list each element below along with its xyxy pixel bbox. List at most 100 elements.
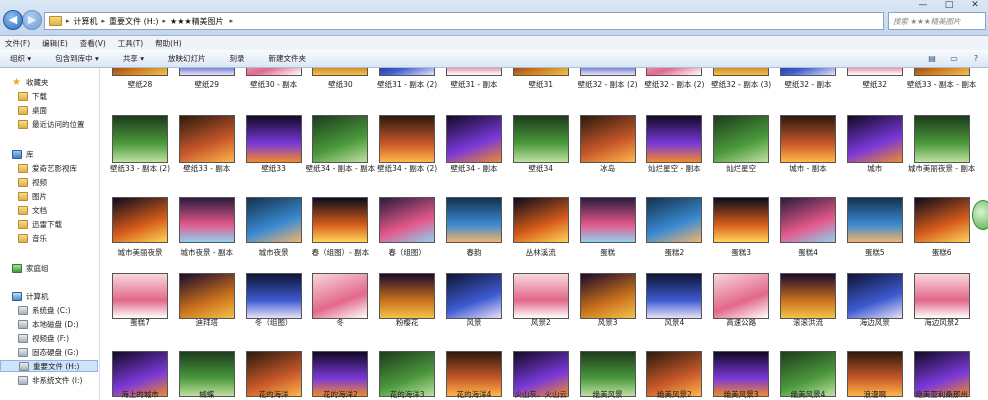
sidebar-lib-3[interactable]: 文档 bbox=[0, 204, 47, 216]
sidebar-fav-2[interactable]: 最近访问的位置 bbox=[0, 118, 85, 130]
file-thumbnail[interactable] bbox=[846, 273, 903, 319]
file-name[interactable]: 浪漫啊 bbox=[840, 390, 910, 399]
file-thumbnail[interactable] bbox=[579, 273, 636, 319]
sidebar-drive-4[interactable]: 重要文件 (H:) bbox=[0, 360, 98, 372]
sidebar-fav-1[interactable]: 桌面 bbox=[0, 104, 47, 116]
menu-item-3[interactable]: 工具(T) bbox=[118, 38, 143, 49]
file-name[interactable]: 花的海洋2 bbox=[305, 390, 375, 399]
file-name[interactable]: 灿烂星空 bbox=[706, 164, 776, 173]
sidebar-drive-3[interactable]: 固态硬盘 (G:) bbox=[0, 346, 79, 358]
file-name[interactable]: 粉樱花 bbox=[372, 318, 442, 327]
file-name[interactable]: 蛋糕2 bbox=[639, 248, 709, 257]
file-name[interactable]: 壁纸32 - 副本 (2) bbox=[573, 80, 643, 89]
file-name[interactable]: 壁纸30 - 副本 bbox=[239, 80, 309, 89]
file-thumbnail[interactable] bbox=[312, 273, 369, 319]
toolbar-button-1[interactable]: 包含到库中 ▾ bbox=[55, 53, 99, 64]
file-thumbnail[interactable] bbox=[446, 68, 502, 76]
file-thumbnail[interactable] bbox=[846, 197, 903, 243]
file-name[interactable]: 壁纸31 - 副本 (2) bbox=[372, 80, 442, 89]
file-name[interactable]: 海边风景 bbox=[840, 318, 910, 327]
file-name[interactable]: 壁纸32 - 副本 (2) bbox=[639, 80, 709, 89]
sidebar-fav-0[interactable]: 下载 bbox=[0, 90, 47, 102]
file-name[interactable]: 城市 bbox=[840, 164, 910, 173]
file-name[interactable]: 壁纸32 - 副本 (3) bbox=[706, 80, 776, 89]
file-name[interactable]: 迪拜塔 bbox=[172, 318, 242, 327]
file-name[interactable]: 城市夜景 bbox=[239, 248, 309, 257]
file-thumbnail[interactable] bbox=[245, 197, 302, 243]
file-name[interactable]: 冰岛 bbox=[573, 164, 643, 173]
file-thumbnail[interactable] bbox=[245, 115, 302, 163]
breadcrumb-folder[interactable]: ★★★精美图片 bbox=[170, 16, 224, 27]
address-bar[interactable]: ▸ 计算机 ▸ 重要文件 (H:) ▸ ★★★精美图片 ▸ bbox=[44, 12, 884, 30]
file-name[interactable]: 海上的城市 bbox=[105, 390, 175, 399]
file-thumbnail[interactable] bbox=[112, 115, 168, 163]
file-thumbnail[interactable] bbox=[780, 68, 836, 76]
file-name[interactable]: 火山灰、火山云 bbox=[506, 390, 576, 399]
file-thumbnail[interactable] bbox=[646, 115, 703, 163]
file-name[interactable]: 风景3 bbox=[573, 318, 643, 327]
file-name[interactable]: 壁纸33 bbox=[239, 164, 309, 173]
file-name[interactable]: 壁纸29 bbox=[172, 80, 242, 89]
file-name[interactable]: 蛋糕 bbox=[573, 248, 643, 257]
file-name[interactable]: 冬（组图） bbox=[239, 318, 309, 327]
file-thumbnail[interactable] bbox=[780, 273, 836, 319]
file-thumbnail[interactable] bbox=[379, 197, 436, 243]
toolbar-button-3[interactable]: 放映幻灯片 bbox=[168, 53, 206, 64]
file-thumbnail[interactable] bbox=[446, 115, 502, 163]
file-thumbnail[interactable] bbox=[446, 273, 502, 319]
menu-item-2[interactable]: 查看(V) bbox=[80, 38, 106, 49]
file-name[interactable]: 壁纸31 bbox=[506, 80, 576, 89]
menu-item-4[interactable]: 帮助(H) bbox=[155, 38, 182, 49]
file-name[interactable]: 冬 bbox=[305, 318, 375, 327]
file-name[interactable]: 春韵 bbox=[439, 248, 509, 257]
file-name[interactable]: 蛋糕4 bbox=[773, 248, 843, 257]
file-name[interactable]: 壁纸34 bbox=[506, 164, 576, 173]
file-thumbnail[interactable] bbox=[112, 68, 168, 76]
sidebar-favorites[interactable]: ★ 收藏夹 bbox=[0, 76, 49, 88]
preview-pane-icon[interactable]: ▭ bbox=[948, 53, 960, 64]
file-name[interactable]: 花的海洋4 bbox=[439, 390, 509, 399]
file-thumbnail[interactable] bbox=[579, 68, 636, 76]
file-name[interactable]: 滚滚洪流 bbox=[773, 318, 843, 327]
file-name[interactable]: 城市夜景 - 副本 bbox=[172, 248, 242, 257]
file-thumbnail[interactable] bbox=[512, 273, 569, 319]
file-name[interactable]: 绝美风景 bbox=[573, 390, 643, 399]
file-thumbnail[interactable] bbox=[379, 115, 436, 163]
file-thumbnail[interactable] bbox=[312, 197, 369, 243]
file-thumbnail[interactable] bbox=[780, 197, 836, 243]
file-thumbnail[interactable] bbox=[646, 273, 703, 319]
file-name[interactable]: 蛋糕5 bbox=[840, 248, 910, 257]
breadcrumb-computer[interactable]: 计算机 bbox=[74, 16, 98, 27]
file-name[interactable]: 春（组图） bbox=[372, 248, 442, 257]
file-name[interactable]: 城市美丽夜景 - 副本 bbox=[907, 164, 977, 173]
breadcrumb-drive[interactable]: 重要文件 (H:) bbox=[109, 16, 159, 27]
file-thumbnail[interactable] bbox=[379, 273, 436, 319]
file-name[interactable]: 绝美风景2 bbox=[639, 390, 709, 399]
file-name[interactable]: 花的海洋 bbox=[239, 390, 309, 399]
back-button[interactable]: ◀ bbox=[3, 10, 23, 30]
sidebar-lib-0[interactable]: 爱奇艺影视库 bbox=[0, 162, 77, 174]
file-name[interactable]: 壁纸34 - 副本 (2) bbox=[372, 164, 442, 173]
file-thumbnail[interactable] bbox=[913, 197, 970, 243]
file-name[interactable]: 壁纸32 - 副本 bbox=[773, 80, 843, 89]
file-thumbnail[interactable] bbox=[446, 197, 502, 243]
file-thumbnail[interactable] bbox=[245, 273, 302, 319]
file-name[interactable]: 蛋糕7 bbox=[105, 318, 175, 327]
toolbar-button-2[interactable]: 共享 ▾ bbox=[123, 53, 144, 64]
file-thumbnail[interactable] bbox=[780, 115, 836, 163]
sidebar-drive-0[interactable]: 系统盘 (C:) bbox=[0, 304, 71, 316]
file-thumbnail[interactable] bbox=[646, 197, 703, 243]
maximize-button[interactable]: □ bbox=[936, 0, 962, 12]
file-name[interactable]: 壁纸34 - 副本 bbox=[439, 164, 509, 173]
file-name[interactable]: 城市 - 副本 bbox=[773, 164, 843, 173]
file-thumbnail[interactable] bbox=[713, 68, 770, 76]
search-input[interactable]: 搜索 ★★★精美图片 bbox=[888, 12, 986, 30]
file-name[interactable]: 壁纸31 - 副本 bbox=[439, 80, 509, 89]
forward-button[interactable]: ▶ bbox=[22, 10, 42, 30]
file-thumbnail[interactable] bbox=[112, 197, 168, 243]
file-name[interactable]: 绝美风景3 bbox=[706, 390, 776, 399]
toolbar-button-4[interactable]: 刻录 bbox=[229, 53, 244, 64]
file-thumbnail[interactable] bbox=[846, 68, 903, 76]
file-thumbnail[interactable] bbox=[178, 115, 235, 163]
file-thumbnail[interactable] bbox=[913, 68, 970, 76]
